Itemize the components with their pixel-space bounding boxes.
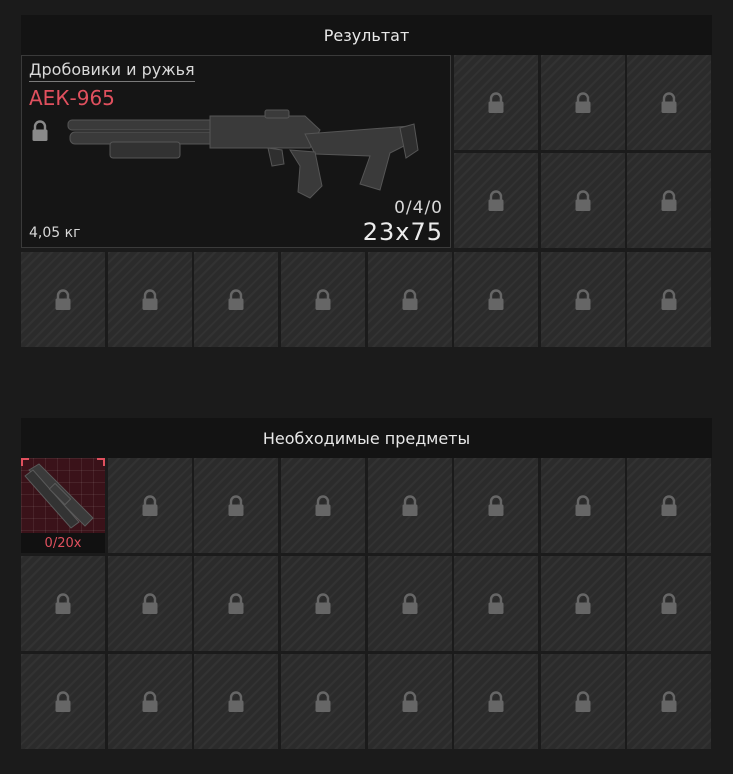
lock-icon xyxy=(228,494,244,516)
locked-slot[interactable] xyxy=(454,556,538,651)
lock-icon xyxy=(32,120,48,141)
required-item-slot[interactable]: 0/20x xyxy=(21,458,105,553)
lock-icon xyxy=(661,494,677,516)
lock-icon xyxy=(488,288,504,310)
lock-icon xyxy=(315,690,331,712)
required-header-title: Необходимые предметы xyxy=(262,428,471,448)
locked-slot[interactable] xyxy=(21,654,105,749)
locked-slot[interactable] xyxy=(108,252,192,347)
lock-icon xyxy=(228,690,244,712)
lock-icon xyxy=(402,288,418,310)
locked-slot[interactable] xyxy=(454,153,538,248)
locked-slot[interactable] xyxy=(541,252,625,347)
lock-icon xyxy=(315,592,331,614)
locked-slot[interactable] xyxy=(368,556,452,651)
locked-slot[interactable] xyxy=(194,458,278,553)
lock-icon xyxy=(575,189,591,211)
lock-icon xyxy=(55,690,71,712)
locked-slot[interactable] xyxy=(454,654,538,749)
lock-icon xyxy=(488,189,504,211)
locked-slot[interactable] xyxy=(368,654,452,749)
lock-icon xyxy=(55,592,71,614)
locked-slot[interactable] xyxy=(281,458,365,553)
lock-icon xyxy=(228,592,244,614)
lock-icon xyxy=(661,592,677,614)
lock-icon xyxy=(575,494,591,516)
locked-slot[interactable] xyxy=(627,556,711,651)
lock-icon xyxy=(315,288,331,310)
locked-slot[interactable] xyxy=(454,458,538,553)
lock-icon xyxy=(575,690,591,712)
locked-slot[interactable] xyxy=(454,252,538,347)
lock-icon xyxy=(575,288,591,310)
lock-icon xyxy=(55,288,71,310)
locked-slot[interactable] xyxy=(108,556,192,651)
lock-icon xyxy=(142,288,158,310)
item-ammo-count: 0/4/0 xyxy=(394,198,443,218)
locked-slot[interactable] xyxy=(627,55,711,150)
required-count: 0/20x xyxy=(21,533,105,553)
locked-slot[interactable] xyxy=(21,556,105,651)
lock-icon xyxy=(661,189,677,211)
lock-icon xyxy=(488,494,504,516)
locked-slot[interactable] xyxy=(194,252,278,347)
locked-slot[interactable] xyxy=(21,252,105,347)
locked-slot[interactable] xyxy=(368,252,452,347)
locked-slot[interactable] xyxy=(627,458,711,553)
locked-slot[interactable] xyxy=(194,654,278,749)
lock-icon xyxy=(488,592,504,614)
shotgun-barrel-icon xyxy=(24,463,94,529)
item-weight: 4,05 кг xyxy=(29,225,81,241)
lock-icon xyxy=(402,690,418,712)
locked-slot[interactable] xyxy=(541,654,625,749)
locked-slot[interactable] xyxy=(108,458,192,553)
locked-slot[interactable] xyxy=(627,654,711,749)
item-category: Дробовики и ружья xyxy=(29,60,195,82)
required-header: Необходимые предметы xyxy=(21,418,712,458)
item-caliber: 23x75 xyxy=(362,218,443,246)
lock-icon xyxy=(488,690,504,712)
lock-icon xyxy=(402,592,418,614)
lock-icon xyxy=(661,288,677,310)
locked-slot[interactable] xyxy=(108,654,192,749)
lock-icon xyxy=(661,91,677,113)
locked-slot[interactable] xyxy=(541,55,625,150)
lock-icon xyxy=(661,690,677,712)
locked-slot[interactable] xyxy=(281,556,365,651)
locked-slot[interactable] xyxy=(368,458,452,553)
locked-slot[interactable] xyxy=(627,153,711,248)
lock-icon xyxy=(228,288,244,310)
lock-icon xyxy=(315,494,331,516)
result-item-card[interactable]: Дробовики и ружья АЕК-965 4,05 кг 0/4/0 … xyxy=(21,55,451,248)
lock-icon xyxy=(142,592,158,614)
locked-slot[interactable] xyxy=(541,458,625,553)
locked-slot[interactable] xyxy=(194,556,278,651)
lock-icon xyxy=(402,494,418,516)
result-header: Результат xyxy=(21,15,712,55)
item-name: АЕК-965 xyxy=(29,86,115,110)
locked-slot[interactable] xyxy=(281,252,365,347)
lock-icon xyxy=(575,592,591,614)
lock-icon xyxy=(142,494,158,516)
result-header-title: Результат xyxy=(323,25,410,45)
lock-icon xyxy=(488,91,504,113)
locked-slot[interactable] xyxy=(627,252,711,347)
locked-slot[interactable] xyxy=(281,654,365,749)
locked-slot[interactable] xyxy=(541,556,625,651)
lock-icon xyxy=(575,91,591,113)
locked-slot[interactable] xyxy=(454,55,538,150)
locked-slot[interactable] xyxy=(541,153,625,248)
lock-icon xyxy=(142,690,158,712)
